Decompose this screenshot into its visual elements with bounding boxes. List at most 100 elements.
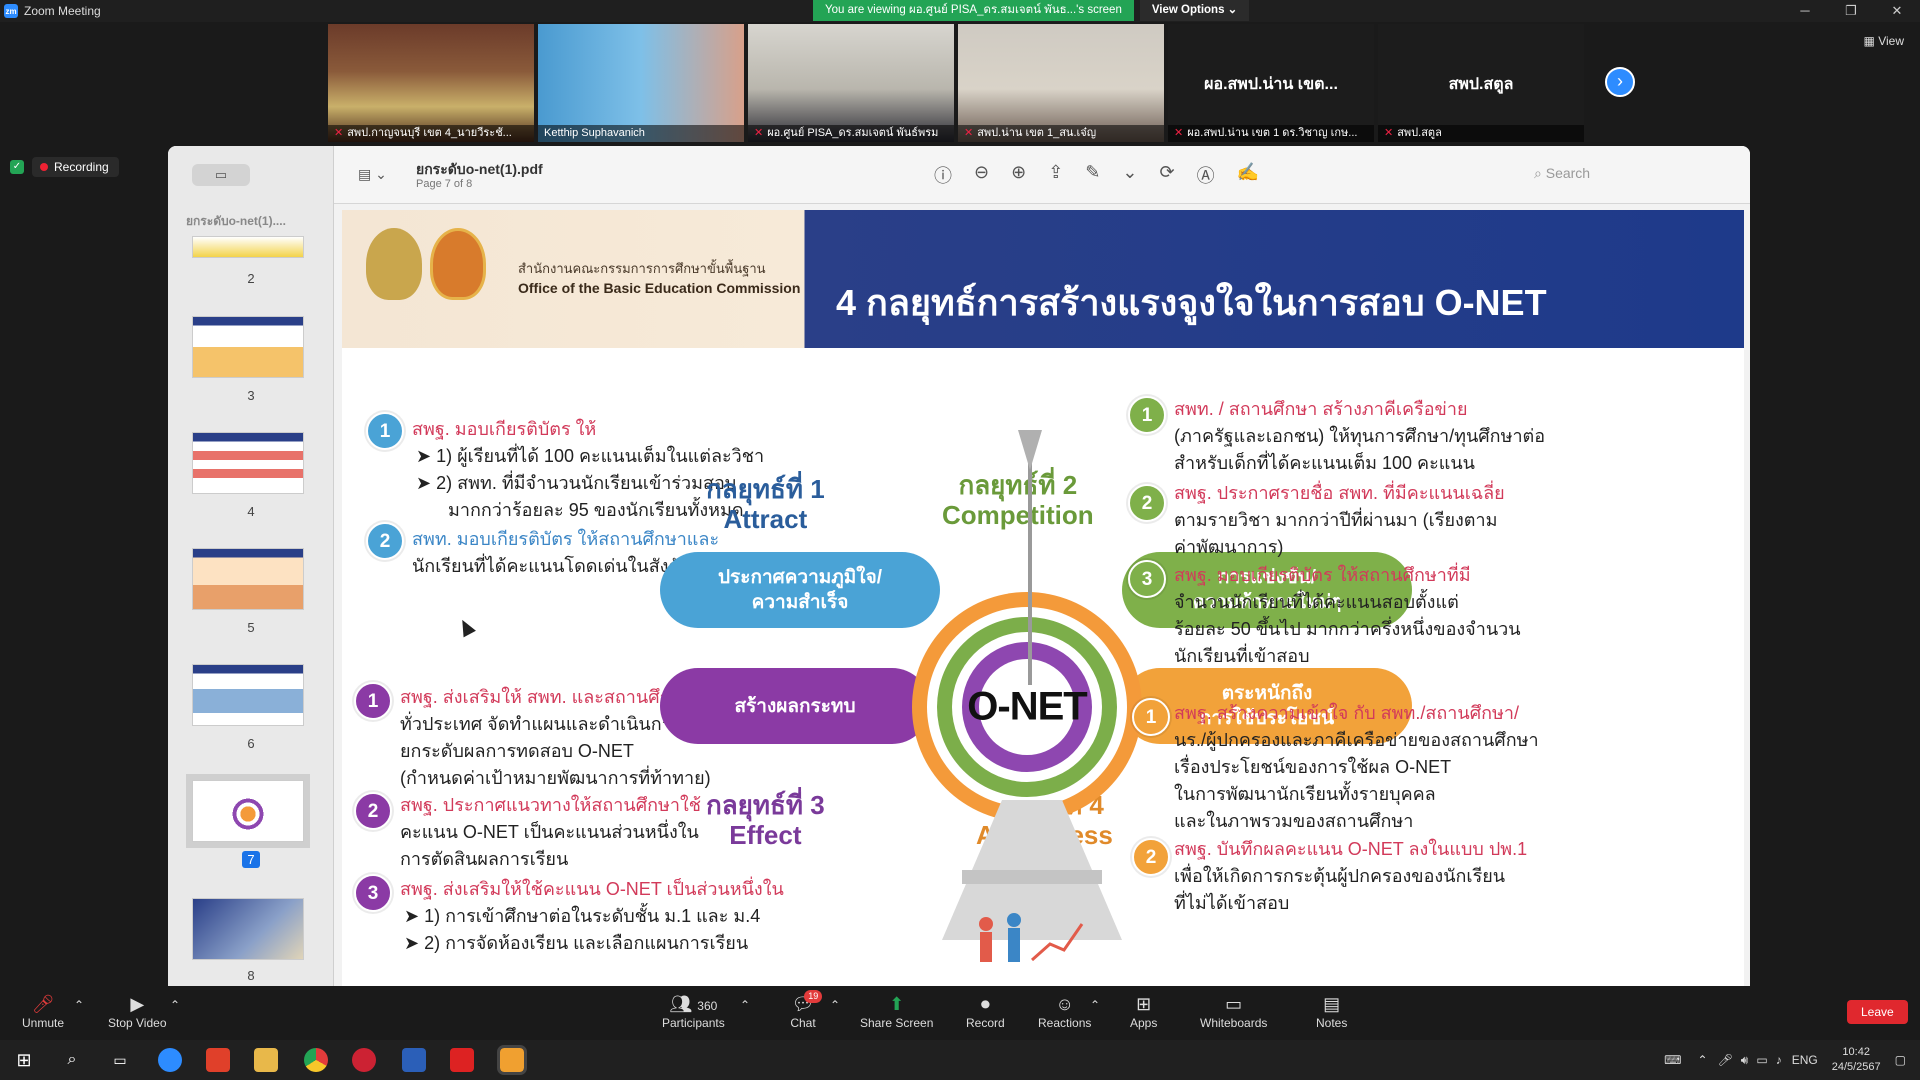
meeting-controls-bar: 🎤︎ Unmute ⌃ ▶︎ Stop Video ⌃ 👥︎ 360 Particip… bbox=[0, 986, 1920, 1040]
whiteboards-button[interactable]: ▭ Whiteboards bbox=[1200, 992, 1267, 1030]
sidebar-file-name: ยกระดับo-net(1).... bbox=[186, 214, 286, 228]
page-thumbnail[interactable] bbox=[192, 898, 304, 960]
info-icon[interactable]: ⓘ bbox=[934, 162, 952, 188]
participant-tile[interactable]: Ketthip Suphavanich bbox=[538, 24, 744, 142]
audio-options-caret[interactable]: ⌃ bbox=[74, 998, 84, 1012]
microphone-icon[interactable]: 🎤︎ bbox=[1718, 1053, 1733, 1067]
screen-share-banner: You are viewing ผอ.ศูนย์ PISA_ดร.สมเจตน์… bbox=[813, 0, 1250, 21]
thumbnail-number: 2 bbox=[247, 271, 255, 286]
preview-app-icon[interactable] bbox=[497, 1045, 527, 1075]
strategy-1-heading: กลยุทธ์ที่ 1 Attract bbox=[706, 474, 825, 534]
zoom-app-icon[interactable] bbox=[158, 1048, 182, 1072]
next-page-arrow-icon[interactable]: › bbox=[1605, 67, 1635, 97]
page-thumbnail[interactable] bbox=[192, 316, 304, 378]
unmute-button[interactable]: 🎤︎ Unmute bbox=[22, 992, 64, 1030]
minimize-button[interactable]: ─ bbox=[1782, 0, 1828, 22]
awareness-item-1: สพฐ. สร้างความเข้าใจ กับ สพท./สถานศึกษา/… bbox=[1174, 703, 1539, 831]
whiteboard-icon: ▭ bbox=[1225, 994, 1243, 1014]
network-icon[interactable]: ▭ bbox=[1756, 1053, 1767, 1067]
chat-options-caret[interactable]: ⌃ bbox=[830, 998, 840, 1012]
page-thumbnail-selected[interactable] bbox=[186, 774, 310, 848]
volume-icon[interactable]: 🔊︎ bbox=[1741, 1053, 1749, 1068]
file-explorer-icon[interactable] bbox=[254, 1048, 278, 1072]
record-icon: ⏺ bbox=[980, 994, 990, 1014]
s-app-icon[interactable] bbox=[206, 1048, 230, 1072]
rotate-icon[interactable]: ⟳ bbox=[1159, 162, 1174, 188]
number-badge: 2 bbox=[366, 522, 404, 560]
task-view-icon[interactable]: ▭ bbox=[108, 1048, 132, 1072]
speaker-icon[interactable]: ♪ bbox=[1776, 1053, 1782, 1067]
chat-button[interactable]: 💬︎ 19 Chat bbox=[788, 990, 823, 1030]
view-button[interactable]: ▦ View bbox=[1864, 34, 1904, 48]
notes-button[interactable]: ▤ Notes bbox=[1316, 992, 1347, 1030]
reactions-button[interactable]: ☺ Reactions bbox=[1038, 992, 1091, 1030]
pdf-page-label: Page 7 of 8 bbox=[416, 178, 473, 190]
share-screen-button[interactable]: ⬆ Share Screen bbox=[860, 992, 933, 1030]
windows-start-icon[interactable]: ⊞ bbox=[12, 1048, 36, 1072]
number-badge: 3 bbox=[354, 874, 392, 912]
chevron-down-icon[interactable]: ⌄ bbox=[1122, 162, 1137, 188]
participant-name: สพป.น่าน เขต 1_สน.เจ๋ญ bbox=[977, 127, 1097, 139]
competition-item-1: สพท. / สถานศึกษา สร้างภาคีเครือข่าย (ภาค… bbox=[1174, 399, 1546, 473]
apps-icon: ⊞ bbox=[1136, 994, 1152, 1014]
apps-button[interactable]: ⊞ Apps bbox=[1130, 992, 1157, 1030]
recording-indicator: ✓ Recording bbox=[10, 157, 119, 177]
muted-mic-icon: ✕ bbox=[1384, 127, 1394, 139]
media-app-icon[interactable] bbox=[352, 1048, 376, 1072]
org-name-english: Office of the Basic Education Commission bbox=[518, 280, 801, 296]
mic-muted-icon: 🎤︎ bbox=[31, 994, 55, 1014]
keyboard-icon[interactable]: ⌨ bbox=[1664, 1053, 1681, 1067]
chrome-icon[interactable] bbox=[304, 1048, 328, 1072]
participants-options-caret[interactable]: ⌃ bbox=[740, 998, 750, 1012]
share-icon[interactable]: ⇪ bbox=[1048, 162, 1063, 188]
signature-icon[interactable]: ✍ bbox=[1237, 162, 1259, 188]
share-screen-icon: ⬆ bbox=[889, 994, 905, 1014]
stop-video-button[interactable]: ▶︎ Stop Video bbox=[108, 992, 167, 1030]
search-field[interactable]: ⌕ Search bbox=[1534, 165, 1590, 182]
participant-tile[interactable]: ✕ ผอ.ศูนย์ PISA_ดร.สมเจตน์ พันธ์พรม bbox=[748, 24, 954, 142]
word-icon[interactable] bbox=[402, 1048, 426, 1072]
acrobat-icon[interactable] bbox=[450, 1048, 474, 1072]
chevron-up-icon[interactable]: ⌃ bbox=[1698, 1053, 1708, 1067]
leave-button[interactable]: Leave bbox=[1847, 1000, 1908, 1024]
page-thumbnail[interactable] bbox=[192, 432, 304, 494]
number-badge: 1 bbox=[1132, 698, 1170, 736]
participant-big-label: ผอ.สพป.น่าน เขต... bbox=[1204, 76, 1338, 93]
language-indicator[interactable]: ENG bbox=[1792, 1053, 1818, 1067]
slide-header: สำนักงานคณะกรรมการการศึกษาขั้นพื้นฐาน Of… bbox=[342, 210, 1744, 348]
participant-tile[interactable]: สพป.สตูล ✕ สพป.สตูล bbox=[1378, 24, 1584, 142]
page-thumbnail[interactable] bbox=[192, 548, 304, 610]
window-controls: ─ ❐ ✕ bbox=[1782, 0, 1920, 22]
number-badge: 2 bbox=[1132, 838, 1170, 876]
notification-icon[interactable]: ▢ bbox=[1895, 1053, 1906, 1067]
participant-big-label: สพป.สตูล bbox=[1448, 76, 1514, 93]
thumbnail-number: 4 bbox=[247, 504, 255, 519]
participants-button[interactable]: 👥︎ 360 Participants bbox=[662, 992, 725, 1030]
clock[interactable]: 10:42 24/5/2567 bbox=[1832, 1045, 1881, 1075]
search-icon[interactable]: ⌕ bbox=[60, 1048, 84, 1072]
org-name-thai: สำนักงานคณะกรรมการการศึกษาขั้นพื้นฐาน bbox=[518, 261, 766, 276]
muted-mic-icon: ✕ bbox=[1174, 127, 1184, 139]
page-thumbnail[interactable] bbox=[192, 236, 304, 258]
record-button[interactable]: ⏺ Record bbox=[966, 992, 1005, 1030]
participant-tile[interactable]: ✕ สพป.กาญจนบุรี เขต 4_นายวีระชั... bbox=[328, 24, 534, 142]
page-thumbnail[interactable] bbox=[192, 664, 304, 726]
close-button[interactable]: ✕ bbox=[1874, 0, 1920, 22]
reactions-options-caret[interactable]: ⌃ bbox=[1090, 998, 1100, 1012]
markup-pen-icon[interactable]: ✎ bbox=[1085, 162, 1100, 188]
zoom-out-icon[interactable]: ⊖ bbox=[974, 162, 989, 188]
participant-tile[interactable]: ผอ.สพป.น่าน เขต... ✕ ผอ.สพป.น่าน เขต 1 ดร… bbox=[1168, 24, 1374, 142]
restore-button[interactable]: ❐ bbox=[1828, 0, 1874, 22]
awareness-item-2: สพฐ. บันทึกผลคะแนน O-NET ลงในแบบ ปพ.1 เพ… bbox=[1174, 839, 1528, 913]
security-shield-icon[interactable]: ✓ bbox=[10, 160, 24, 174]
zoom-in-icon[interactable]: ⊕ bbox=[1011, 162, 1026, 188]
view-options-button[interactable]: View Options ⌄ bbox=[1139, 0, 1250, 21]
annotate-icon[interactable]: Ⓐ bbox=[1197, 162, 1215, 188]
sidebar-view-icon[interactable]: ▤ ⌄ bbox=[358, 166, 387, 183]
number-badge: 1 bbox=[1128, 396, 1166, 434]
sidebar-toggle-button[interactable]: ▭ bbox=[192, 164, 250, 186]
video-options-caret[interactable]: ⌃ bbox=[170, 998, 180, 1012]
number-badge: 2 bbox=[1128, 484, 1166, 522]
effect-item-3: สพฐ. ส่งเสริมให้ใช้คะแนน O-NET เป็นส่วนห… bbox=[400, 879, 784, 953]
participant-tile[interactable]: ✕ สพป.น่าน เขต 1_สน.เจ๋ญ bbox=[958, 24, 1164, 142]
